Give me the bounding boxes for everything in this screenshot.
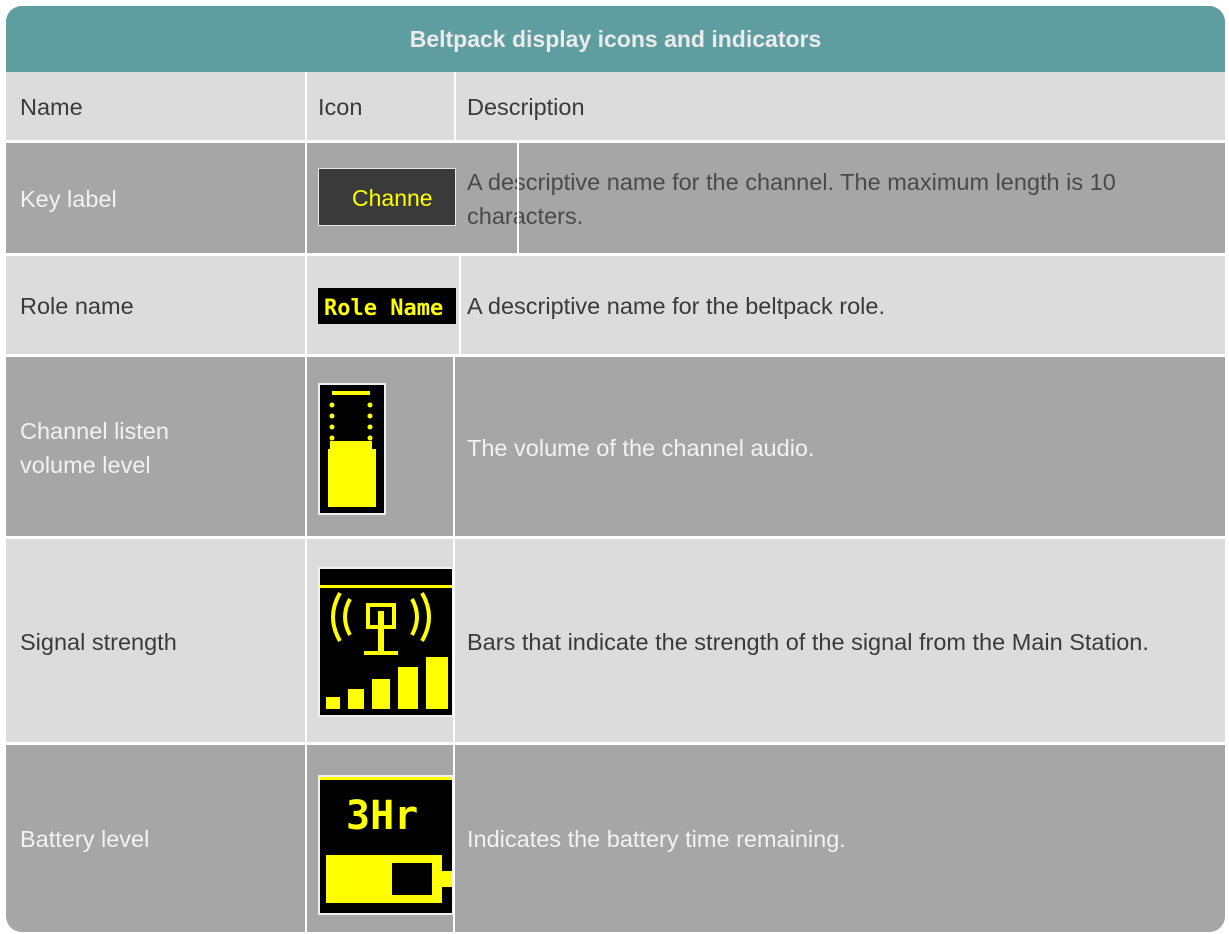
table-header-row: Name Icon Description	[6, 72, 1225, 142]
column-divider	[454, 72, 456, 140]
key-label-display-icon: Channe	[318, 168, 456, 226]
row-divider	[6, 253, 1225, 256]
row-description: Bars that indicate the strength of the s…	[467, 628, 1149, 655]
row-divider	[6, 742, 1225, 745]
role-name-display-icon: Role Name	[318, 288, 456, 324]
row-name: Role name	[20, 293, 134, 319]
table-row: Key label Channe A descriptive name for …	[6, 143, 1225, 255]
column-divider	[459, 256, 461, 354]
row-name: Key label	[20, 186, 117, 212]
row-description: A descriptive name for the channel. The …	[467, 169, 1116, 229]
table-title: Beltpack display icons and indicators	[6, 6, 1225, 72]
role-name-icon-text: Role Name	[324, 296, 443, 321]
row-description: Indicates the battery time remaining.	[467, 825, 846, 852]
battery-level-icon: 3Hr	[318, 775, 454, 915]
signal-strength-icon	[318, 567, 454, 717]
table-row: Channel listen volume level The volume o…	[6, 357, 1225, 538]
battery-icon-text: 3Hr	[346, 793, 418, 839]
header-name: Name	[20, 94, 83, 120]
row-name: Battery level	[20, 825, 150, 852]
row-description: A descriptive name for the beltpack role…	[467, 293, 885, 319]
row-divider	[6, 140, 1225, 143]
row-name: Channel listen volume level	[20, 417, 169, 478]
row-divider	[6, 354, 1225, 357]
column-divider	[453, 357, 455, 932]
key-label-icon-text: Channe	[352, 185, 433, 211]
header-description: Description	[467, 94, 585, 120]
table-row: Signal strength Bars that indicate the s…	[6, 539, 1225, 744]
header-icon: Icon	[318, 94, 363, 120]
row-divider	[6, 536, 1225, 539]
icons-table: Beltpack display icons and indicators Na…	[6, 6, 1225, 932]
table-row: Role name Role Name A descriptive name f…	[6, 256, 1225, 356]
column-divider	[305, 72, 307, 932]
table-row: Battery level 3Hr Indicates the battery …	[6, 745, 1225, 932]
row-description: The volume of the channel audio.	[467, 434, 815, 461]
row-name: Signal strength	[20, 628, 177, 655]
volume-level-icon	[318, 383, 386, 515]
column-divider	[517, 143, 519, 253]
